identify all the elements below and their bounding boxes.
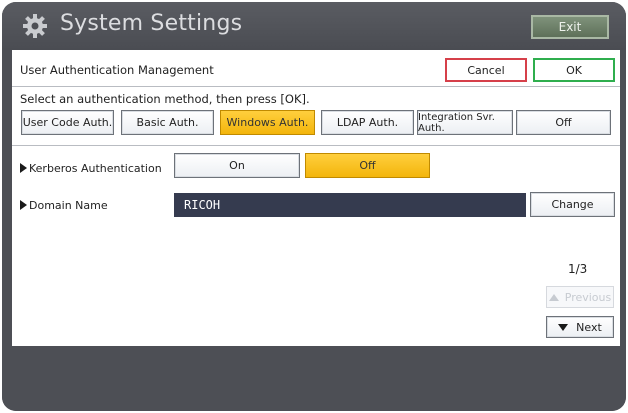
arrow-right-icon: [20, 200, 27, 210]
basic-auth-button[interactable]: Basic Auth.: [121, 110, 214, 135]
app-title: System Settings: [60, 11, 243, 36]
page-indicator: 1/3: [568, 262, 588, 276]
next-button[interactable]: Next: [546, 316, 614, 338]
kerberos-label: Kerberos Authentication: [29, 161, 162, 175]
gear-icon: [23, 14, 47, 38]
previous-button[interactable]: Previous: [546, 286, 614, 308]
change-domain-button[interactable]: Change: [530, 192, 615, 217]
cancel-button[interactable]: Cancel: [445, 58, 527, 82]
footer-bar: [2, 346, 626, 411]
user-code-auth-button[interactable]: User Code Auth.: [21, 110, 114, 135]
ldap-auth-button[interactable]: LDAP Auth.: [321, 110, 414, 135]
section-title: User Authentication Management: [20, 63, 214, 77]
previous-label: Previous: [564, 290, 612, 304]
section-header: User Authentication Management Cancel OK: [12, 58, 620, 87]
instruction-text: Select an authentication method, then pr…: [20, 92, 310, 106]
domain-name-field[interactable]: RICOH: [174, 193, 526, 217]
device-screen: System Settings Exit User Authentication…: [2, 2, 626, 411]
ok-button[interactable]: OK: [533, 58, 615, 82]
exit-button[interactable]: Exit: [531, 15, 609, 39]
windows-auth-button[interactable]: Windows Auth.: [220, 110, 315, 135]
kerberos-on-button[interactable]: On: [174, 153, 300, 178]
triangle-up-icon: [548, 293, 559, 301]
domain-row-label: Domain Name: [20, 195, 108, 215]
domain-label: Domain Name: [29, 198, 108, 212]
arrow-right-icon: [20, 163, 27, 173]
title-bar: System Settings Exit: [2, 2, 626, 50]
integration-svr-auth-button[interactable]: Integration Svr. Auth.: [417, 110, 513, 135]
off-auth-button[interactable]: Off: [516, 110, 611, 135]
kerberos-row-label: Kerberos Authentication: [20, 158, 162, 178]
triangle-down-icon: [558, 323, 569, 331]
settings-panel: User Authentication Management Cancel OK…: [12, 50, 620, 346]
divider: [12, 145, 620, 146]
next-label: Next: [576, 320, 602, 334]
kerberos-off-button[interactable]: Off: [305, 153, 430, 178]
